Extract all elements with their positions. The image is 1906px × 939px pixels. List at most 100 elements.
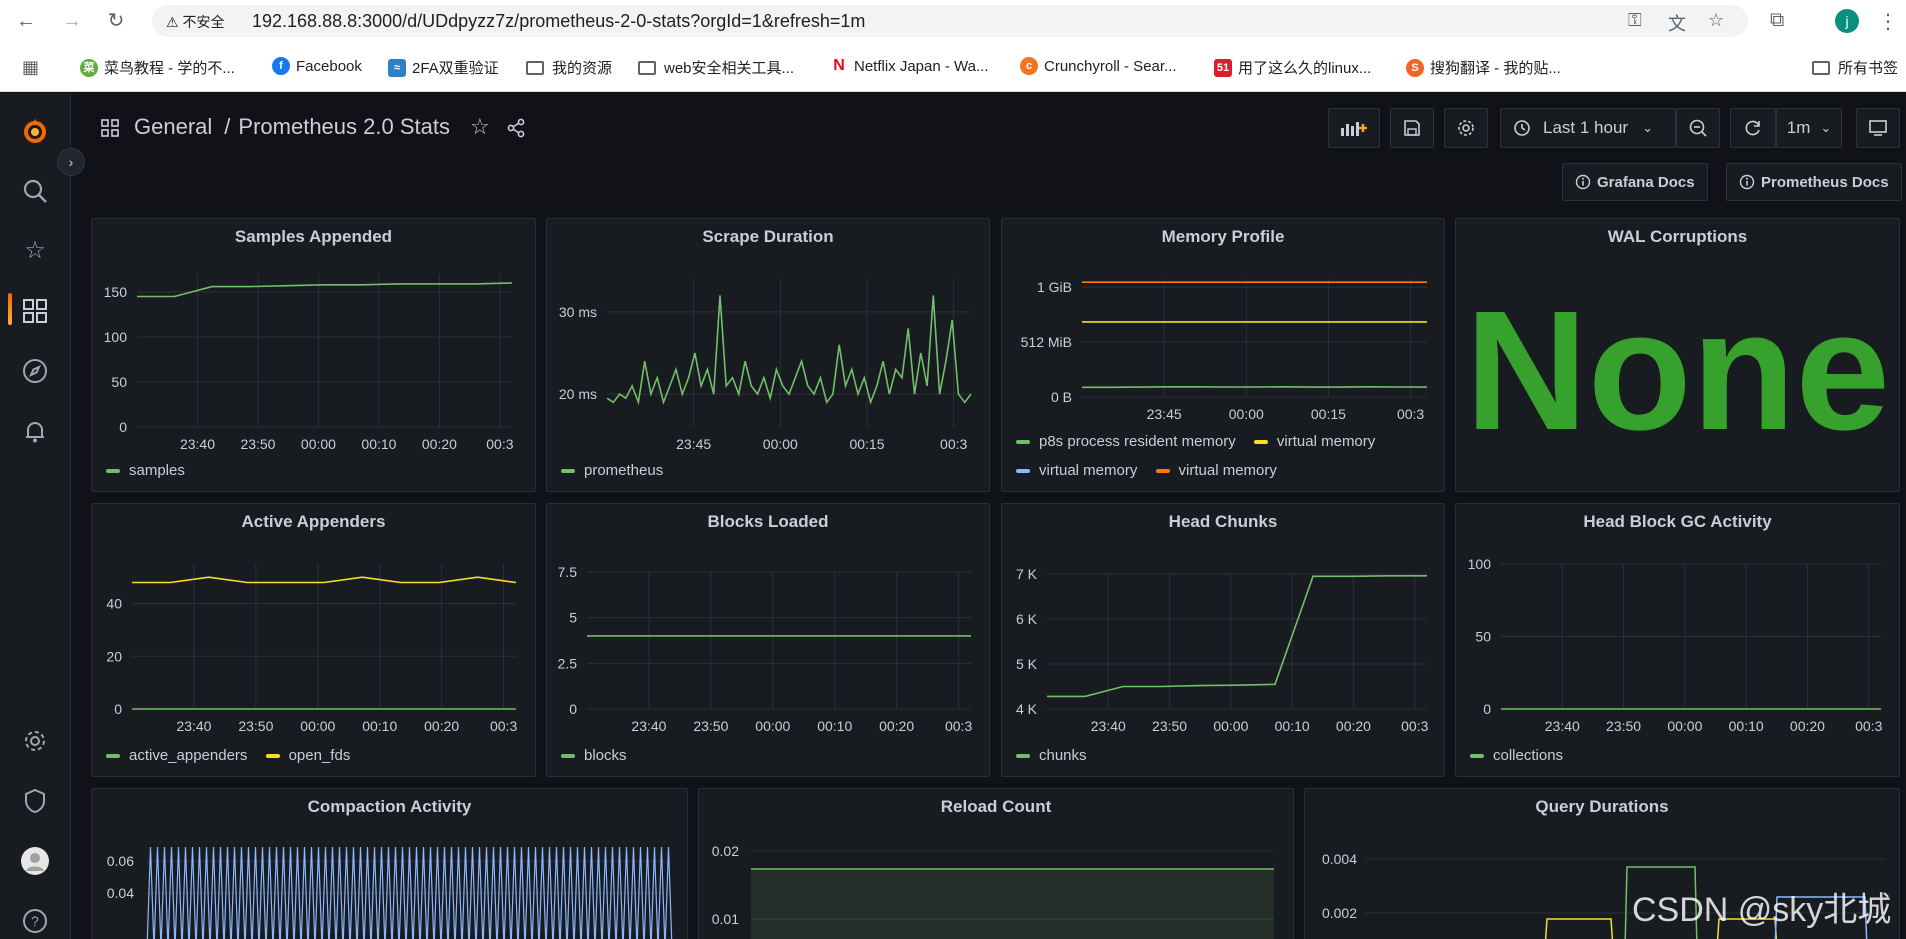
refresh-button[interactable]	[1730, 108, 1776, 148]
alerting-bell-icon[interactable]	[20, 416, 50, 446]
zoom-out-button[interactable]	[1676, 108, 1720, 148]
time-range-label: Last 1 hour	[1543, 118, 1629, 137]
bookmark-facebook[interactable]: f Facebook	[272, 57, 362, 75]
y-tick-label: 50	[1475, 629, 1491, 645]
y-tick-label: 0	[119, 419, 127, 435]
x-tick-label: 00:00	[301, 436, 336, 452]
legend: blocks	[561, 745, 641, 764]
grafana-docs-label: Grafana Docs	[1597, 173, 1695, 191]
legend-item-virtual-memory[interactable]: virtual memory	[1155, 462, 1277, 479]
legend-row-1: p8s process resident memory virtual memo…	[1016, 431, 1389, 450]
x-tick-label: 23:40	[1091, 718, 1126, 734]
legend-item-blocks[interactable]: blocks	[561, 747, 627, 764]
panel-wal-corruptions[interactable]: WAL Corruptions None	[1455, 218, 1900, 492]
reload-count-chart[interactable]: 0.02 0.01	[699, 789, 1294, 939]
legend-item-chunks[interactable]: chunks	[1016, 747, 1087, 764]
bookmark-crunchyroll[interactable]: c Crunchyroll - Sear...	[1020, 57, 1177, 75]
add-panel-button[interactable]	[1328, 108, 1380, 148]
tv-mode-button[interactable]	[1856, 108, 1900, 148]
head-chunks-chart[interactable]: 4 K 5 K 6 K 7 K 23:40 23:50 00:00 00:10 00:20 00:…	[1002, 504, 1445, 777]
panel-title[interactable]: WAL Corruptions	[1456, 227, 1899, 247]
y-tick-label: 5 K	[1016, 656, 1038, 672]
save-dashboard-button[interactable]	[1390, 108, 1434, 148]
apps-grid-icon[interactable]: ▦	[22, 57, 39, 78]
legend-label: collections	[1493, 747, 1564, 764]
configuration-gear-icon[interactable]	[20, 726, 50, 756]
save-icon	[1404, 120, 1420, 136]
bookmark-2fa[interactable]: ≈2FA双重验证	[388, 57, 499, 78]
extensions-icon[interactable]: ⧉	[1770, 9, 1784, 32]
legend-item-active-appenders[interactable]: active_appenders	[106, 747, 247, 764]
url-text[interactable]: 192.168.88.8:3000/d/UDdpyzz7z/prometheus…	[252, 11, 865, 32]
star-dashboard-icon[interactable]: ☆	[470, 114, 490, 140]
dashboard-title[interactable]: Prometheus 2.0 Stats	[238, 114, 450, 140]
bookmark-all[interactable]: 所有书签	[1812, 57, 1898, 78]
active-appenders-chart[interactable]: 0 20 40 23:40 23:50 00:00 00:10 00:20 00:3	[92, 504, 536, 777]
bookmark-folder-resources[interactable]: 我的资源	[526, 57, 612, 78]
search-icon[interactable]	[20, 176, 50, 206]
x-tick-label: 00:15	[849, 436, 884, 452]
panel-samples-appended[interactable]: Samples Appended 0 50 100 150 23:40 23:50 00:0…	[91, 218, 536, 492]
panel-memory-profile[interactable]: Memory Profile 0 B 512 MiB 1 GiB 23:45 00:00…	[1001, 218, 1445, 492]
y-tick-label: 0	[569, 701, 577, 717]
info-icon	[1739, 174, 1755, 190]
folder-link[interactable]: General	[134, 114, 212, 140]
user-avatar-icon[interactable]	[20, 846, 50, 876]
panel-scrape-duration[interactable]: Scrape Duration 20 ms 30 ms 23:45 00:00 00:1…	[546, 218, 990, 492]
grafana-logo-icon[interactable]	[20, 117, 50, 147]
prometheus-docs-link[interactable]: Prometheus Docs	[1726, 163, 1902, 201]
memory-profile-chart[interactable]: 0 B 512 MiB 1 GiB 23:45 00:00 00:15 00:3	[1002, 219, 1445, 492]
x-tick-label: 23:40	[1545, 718, 1580, 734]
profile-avatar[interactable]: j	[1835, 9, 1859, 33]
panel-active-appenders[interactable]: Active Appenders 0 20 40 23:40 23:50 00:00 00:…	[91, 503, 536, 777]
dashboard-grid-icon	[100, 114, 120, 140]
dashboard-settings-button[interactable]	[1444, 108, 1488, 148]
explore-compass-icon[interactable]	[20, 356, 50, 386]
legend-item-virtual-memory[interactable]: virtual memory	[1253, 433, 1375, 450]
help-icon[interactable]: ?	[20, 906, 50, 936]
bookmark-runoob[interactable]: 菜菜鸟教程 - 学的不...	[80, 57, 235, 78]
blocks-loaded-chart[interactable]: 0 2.5 5 7.5 23:40 23:50 00:00 00:10 00:20 00:3	[547, 504, 990, 777]
grafana-docs-link[interactable]: Grafana Docs	[1562, 163, 1708, 201]
address-bar[interactable]: ⚠ 不安全 192.168.88.8:3000/d/UDdpyzz7z/prom…	[152, 5, 1748, 37]
password-key-icon[interactable]: ⚿	[1628, 10, 1642, 31]
insecure-badge[interactable]: ⚠ 不安全	[166, 12, 224, 32]
scrape-duration-chart[interactable]: 20 ms 30 ms 23:45 00:00 00:15 00:3	[547, 219, 990, 492]
head-block-gc-chart[interactable]: 0 50 100 23:40 23:50 00:00 00:10 00:20 00:3	[1456, 504, 1900, 777]
panel-head-block-gc-activity[interactable]: Head Block GC Activity 0 50 100 23:40 23:50 0…	[1455, 503, 1900, 777]
legend-item-collections[interactable]: collections	[1470, 747, 1563, 764]
reload-icon[interactable]: ↻	[104, 9, 128, 33]
legend-item-virtual-memory[interactable]: virtual memory	[1016, 462, 1137, 479]
starred-icon[interactable]: ☆	[20, 236, 50, 266]
x-tick-label: 00:15	[1311, 406, 1346, 422]
time-range-picker[interactable]: Last 1 hour ⌄	[1500, 108, 1676, 148]
facebook-icon: f	[272, 57, 290, 75]
bookmark-linux[interactable]: 51 用了这么久的linux...	[1214, 57, 1371, 78]
translate-icon[interactable]: 文	[1668, 10, 1686, 36]
bookmark-sogou[interactable]: S 搜狗翻译 - 我的贴...	[1406, 57, 1561, 78]
expand-menu-chevron-icon[interactable]: ›	[57, 148, 85, 176]
panel-head-chunks[interactable]: Head Chunks 4 K5 K6 K7 K 23:40 23:50 00:00 0…	[1001, 503, 1445, 777]
bookmark-netflix[interactable]: N Netflix Japan - Wa...	[830, 57, 989, 75]
refresh-icon	[1745, 120, 1760, 136]
server-admin-shield-icon[interactable]	[20, 786, 50, 816]
forward-icon[interactable]: →	[60, 9, 84, 33]
panel-compaction-activity[interactable]: Compaction Activity 0.06 0.04	[91, 788, 688, 939]
legend-item-open-fds[interactable]: open_fds	[265, 747, 350, 764]
more-menu-icon[interactable]: ⋮	[1878, 9, 1898, 34]
samples-appended-chart[interactable]: 0 50 100 150 23:40 23:50 00:00 00:10 00:20 00:3	[92, 219, 536, 492]
back-icon[interactable]: ←	[14, 9, 38, 33]
legend-item-resident-memory[interactable]: p8s process resident memory	[1016, 433, 1236, 450]
refresh-interval-picker[interactable]: 1m ⌄	[1776, 108, 1842, 148]
legend-item-samples[interactable]: samples	[106, 462, 185, 479]
x-tick-label: 23:50	[1152, 718, 1187, 734]
panel-blocks-loaded[interactable]: Blocks Loaded 0 2.5 5 7.5 23:40 23:50 00:00 00:…	[546, 503, 990, 777]
legend-item-prometheus[interactable]: prometheus	[561, 462, 663, 479]
panel-reload-count[interactable]: Reload Count 0.02 0.01	[698, 788, 1294, 939]
x-tick-label: 00:00	[1667, 718, 1702, 734]
compaction-activity-chart[interactable]: 0.06 0.04	[92, 789, 688, 939]
bookmark-star-icon[interactable]: ☆	[1708, 10, 1724, 31]
dashboards-icon[interactable]	[20, 296, 50, 326]
bookmark-folder-websec[interactable]: web安全相关工具...	[638, 57, 794, 78]
share-dashboard-icon[interactable]	[506, 114, 526, 140]
